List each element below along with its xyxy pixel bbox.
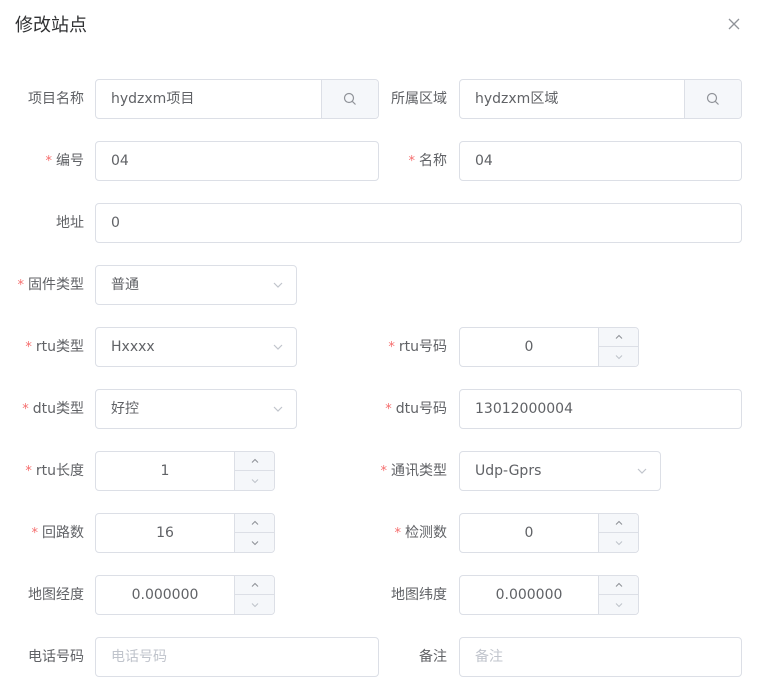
- increase-button[interactable]: [599, 576, 638, 595]
- chevron-down-icon: [273, 282, 283, 288]
- decrease-button[interactable]: [235, 471, 274, 490]
- dtu-type-label: * dtu类型: [22, 401, 84, 417]
- rtu-code-stepper[interactable]: 0: [459, 327, 639, 367]
- detections-stepper[interactable]: 0: [459, 513, 639, 553]
- chevron-down-icon: [615, 540, 622, 545]
- loops-stepper[interactable]: 16: [95, 513, 275, 553]
- latitude-value: 0.000000: [495, 587, 563, 603]
- name-value: 04: [475, 153, 493, 169]
- longitude-value: 0.000000: [131, 587, 199, 603]
- remark-input[interactable]: 备注: [459, 637, 742, 677]
- address-label: 地址: [56, 215, 84, 231]
- increase-button[interactable]: [599, 514, 638, 533]
- chevron-up-icon: [615, 520, 622, 525]
- longitude-stepper[interactable]: 0.000000: [95, 575, 275, 615]
- phone-placeholder: 电话号码: [111, 649, 167, 665]
- chevron-down-icon: [251, 602, 258, 607]
- loops-label: * 回路数: [31, 525, 85, 541]
- address-input[interactable]: 0: [95, 203, 742, 243]
- chevron-down-icon: [615, 602, 622, 607]
- dtu-type-value: 好控: [111, 401, 139, 417]
- chevron-down-icon: [615, 354, 622, 359]
- rtu-type-value: Hxxxx: [111, 339, 155, 355]
- dtu-code-value: 13012000004: [475, 401, 573, 417]
- code-input[interactable]: 04: [95, 141, 379, 181]
- loops-value: 16: [156, 525, 174, 541]
- decrease-button[interactable]: [599, 595, 638, 614]
- latitude-label: 地图纬度: [391, 587, 447, 603]
- decrease-button[interactable]: [235, 595, 274, 614]
- address-value: 0: [111, 215, 120, 231]
- chevron-up-icon: [251, 458, 258, 463]
- name-input[interactable]: 04: [459, 141, 742, 181]
- area-value: hydzxm区域: [475, 91, 559, 107]
- decrease-button[interactable]: [235, 533, 274, 552]
- edit-site-dialog: 修改站点 项目名称 hydzxm项目 所属区域 hydzxm区域 * 编号 04 …: [0, 0, 763, 696]
- chevron-down-icon: [273, 344, 283, 350]
- longitude-label: 地图经度: [28, 587, 84, 603]
- dtu-type-select[interactable]: 好控: [95, 389, 297, 429]
- rtu-type-label: * rtu类型: [25, 339, 84, 355]
- phone-label: 电话号码: [28, 649, 84, 665]
- rtu-length-stepper[interactable]: 1: [95, 451, 275, 491]
- remark-placeholder: 备注: [475, 649, 503, 665]
- remark-label: 备注: [419, 649, 447, 665]
- phone-input[interactable]: 电话号码: [95, 637, 379, 677]
- rtu-code-label: * rtu号码: [388, 339, 447, 355]
- decrease-button[interactable]: [599, 347, 638, 366]
- project-label: 项目名称: [28, 91, 84, 107]
- firmware-type-select[interactable]: 普通: [95, 265, 297, 305]
- comm-type-label: * 通讯类型: [380, 463, 448, 479]
- chevron-down-icon: [251, 478, 258, 483]
- chevron-up-icon: [615, 582, 622, 587]
- increase-button[interactable]: [235, 576, 274, 595]
- comm-type-value: Udp-Gprs: [475, 463, 542, 479]
- area-input[interactable]: hydzxm区域: [459, 79, 742, 119]
- code-label: * 编号: [45, 153, 85, 169]
- search-icon: [343, 92, 356, 105]
- project-input[interactable]: hydzxm项目: [95, 79, 379, 119]
- dtu-code-label: * dtu号码: [385, 401, 447, 417]
- decrease-button[interactable]: [599, 533, 638, 552]
- comm-type-select[interactable]: Udp-Gprs: [459, 451, 661, 491]
- detections-label: * 检测数: [394, 525, 448, 541]
- chevron-up-icon: [615, 334, 622, 339]
- rtu-length-label: * rtu长度: [25, 463, 84, 479]
- dialog-title: 修改站点: [15, 15, 87, 36]
- area-search-button[interactable]: [684, 80, 741, 118]
- chevron-up-icon: [251, 520, 258, 525]
- area-label: 所属区域: [391, 91, 447, 107]
- project-value: hydzxm项目: [111, 91, 195, 107]
- latitude-stepper[interactable]: 0.000000: [459, 575, 639, 615]
- firmware-type-value: 普通: [111, 277, 139, 293]
- increase-button[interactable]: [235, 514, 274, 533]
- chevron-down-icon: [637, 468, 647, 474]
- chevron-down-icon: [273, 406, 283, 412]
- close-icon[interactable]: [726, 16, 742, 32]
- increase-button[interactable]: [599, 328, 638, 347]
- dtu-code-input[interactable]: 13012000004: [459, 389, 742, 429]
- code-value: 04: [111, 153, 129, 169]
- search-icon: [706, 92, 719, 105]
- rtu-code-value: 0: [524, 339, 534, 355]
- rtu-type-select[interactable]: Hxxxx: [95, 327, 297, 367]
- increase-button[interactable]: [235, 452, 274, 471]
- firmware-type-label: * 固件类型: [17, 277, 85, 293]
- name-label: * 名称: [408, 153, 448, 169]
- chevron-up-icon: [251, 582, 258, 587]
- project-search-button[interactable]: [321, 80, 378, 118]
- detections-value: 0: [524, 525, 534, 541]
- chevron-down-icon: [251, 540, 258, 545]
- rtu-length-value: 1: [160, 463, 170, 479]
